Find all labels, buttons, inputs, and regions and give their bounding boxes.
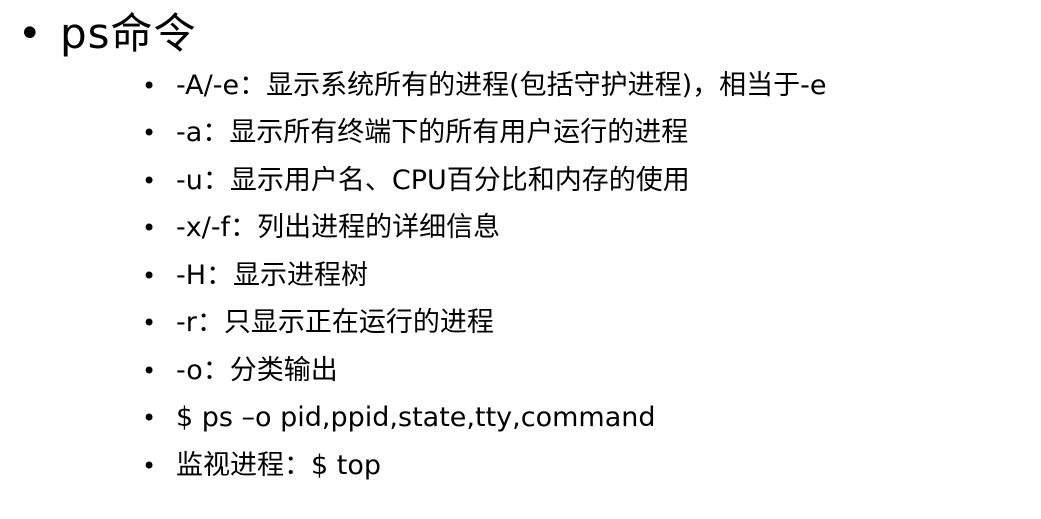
list-item: • 监视进程：$ top xyxy=(142,442,827,490)
title-row: • ps命令 xyxy=(18,6,197,62)
list-item-text: $ ps –o pid,ppid,state,tty,command xyxy=(176,402,656,434)
slide-title: ps命令 xyxy=(60,9,197,58)
list-item-text: -A/-e：显示系统所有的进程(包括守护进程)，相当于-e xyxy=(176,69,827,101)
bullet-dot: • xyxy=(142,119,157,148)
list-item-text: -x/-f：列出进程的详细信息 xyxy=(176,212,501,244)
bullet-dot: • xyxy=(142,451,157,480)
bullet-dot: • xyxy=(142,309,157,338)
list-item: • -x/-f：列出进程的详细信息 xyxy=(142,205,827,253)
slide: • ps命令 • -A/-e：显示系统所有的进程(包括守护进程)，相当于-e •… xyxy=(0,0,1041,519)
bullet-dot: • xyxy=(142,356,157,385)
list-item: • -A/-e：显示系统所有的进程(包括守护进程)，相当于-e xyxy=(142,62,827,110)
list-item-text: -u：显示用户名、CPU百分比和内存的使用 xyxy=(176,164,690,196)
list-item: • -a：显示所有终端下的所有用户运行的进程 xyxy=(142,110,827,158)
bullet-list: • -A/-e：显示系统所有的进程(包括守护进程)，相当于-e • -a：显示所… xyxy=(142,62,827,490)
title-bullet: • xyxy=(18,11,42,57)
list-item-text: -a：显示所有终端下的所有用户运行的进程 xyxy=(176,117,689,149)
list-item: • -r：只显示正在运行的进程 xyxy=(142,300,827,348)
bullet-dot: • xyxy=(142,214,157,243)
list-item: • $ ps –o pid,ppid,state,tty,command xyxy=(142,395,827,443)
list-item-text: -r：只显示正在运行的进程 xyxy=(176,307,494,339)
list-item-text: -H：显示进程树 xyxy=(176,259,369,291)
list-item-text: 监视进程：$ top xyxy=(176,449,382,481)
list-item-text: -o：分类输出 xyxy=(176,354,338,386)
list-item: • -u：显示用户名、CPU百分比和内存的使用 xyxy=(142,157,827,205)
bullet-dot: • xyxy=(142,404,157,433)
list-item: • -o：分类输出 xyxy=(142,347,827,395)
bullet-dot: • xyxy=(142,166,157,195)
bullet-dot: • xyxy=(142,71,157,100)
list-item: • -H：显示进程树 xyxy=(142,252,827,300)
bullet-dot: • xyxy=(142,261,157,290)
